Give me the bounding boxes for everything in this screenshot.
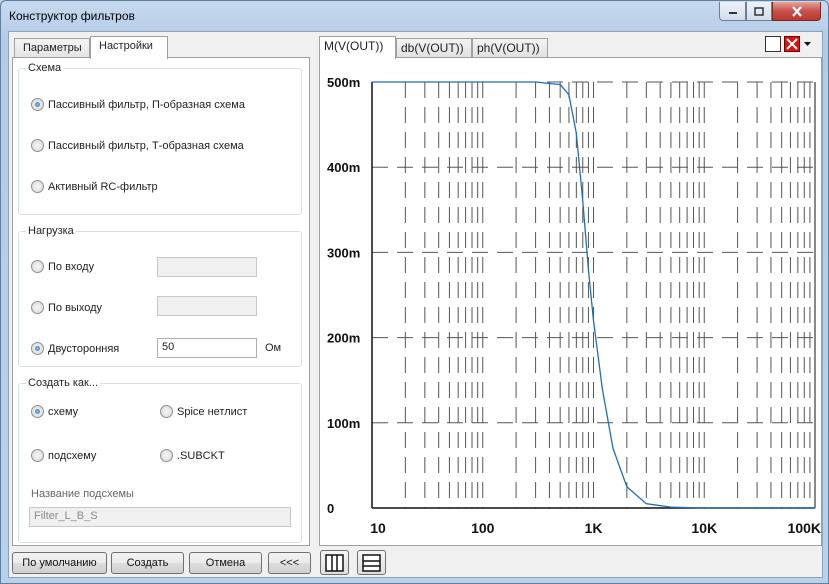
radio-t-scheme[interactable]: Пассивный фильтр, Т-образная схема: [31, 139, 244, 152]
radio-active-rc[interactable]: Активный RC-фильтр: [31, 180, 158, 193]
tab-parameters[interactable]: Параметры: [14, 38, 90, 58]
radio-load-input[interactable]: По входу: [31, 260, 94, 273]
close-plot-icon[interactable]: [784, 36, 800, 52]
radio-pi-scheme[interactable]: Пассивный фильтр, П-образная схема: [31, 98, 245, 111]
collapse-button[interactable]: <<<: [268, 552, 311, 574]
split-vertical-icon: [325, 553, 344, 572]
radio-button[interactable]: [160, 449, 173, 462]
minimize-button[interactable]: [719, 2, 746, 21]
y-tick-label: 300m: [327, 245, 360, 260]
radio-label: По входу: [48, 260, 95, 273]
filter-designer-window: Конструктор фильтров Параметры Настройки…: [0, 0, 829, 584]
ohm-unit-label: Ом: [265, 342, 282, 354]
radio-label: Пассивный фильтр, П-образная схема: [48, 98, 245, 111]
scheme-group-title: Схема: [26, 62, 64, 74]
radio-button[interactable]: [160, 405, 173, 418]
x-tick-label: 1K: [585, 520, 603, 536]
x-tick-label: 10K: [691, 520, 717, 536]
radio-label: Активный RC-фильтр: [48, 180, 158, 193]
radio-label: подсхему: [48, 449, 97, 462]
create-button[interactable]: Создать: [111, 552, 184, 574]
x-tick-label: 10: [370, 520, 386, 536]
create-as-group-title: Создать как...: [26, 377, 101, 389]
tab-db[interactable]: db(V(OUT)): [396, 38, 472, 58]
radio-label: По выходу: [48, 301, 103, 314]
subschema-name-label: Название подсхемы: [31, 488, 134, 500]
y-tick-label: 500m: [327, 75, 360, 90]
settings-panel: Схема Пассивный фильтр, П-образная схема…: [12, 57, 310, 546]
split-horizontal-icon: [362, 553, 381, 572]
scheme-group: Схема Пассивный фильтр, П-образная схема…: [18, 62, 302, 215]
load-group: Нагрузка По входу По выходу Двусторонняя…: [18, 225, 302, 367]
minimize-icon: [728, 12, 737, 14]
radio-button-checked[interactable]: [31, 405, 44, 418]
split-horizontal-button[interactable]: [357, 550, 386, 575]
title-bar: Конструктор фильтров: [1, 1, 828, 31]
radio-load-output[interactable]: По выходу: [31, 301, 102, 314]
plot-panel: 0 100m 200m 300m 400m 500m 10 100 1K 10K 100K: [319, 57, 822, 546]
radio-button-checked[interactable]: [31, 342, 44, 355]
radio-label: Двусторонняя: [48, 342, 120, 355]
radio-create-spice[interactable]: Spice нетлист: [160, 405, 247, 418]
y-tick-label: 0: [327, 501, 334, 516]
radio-label: .SUBCKT: [177, 449, 225, 462]
radio-label: Spice нетлист: [177, 405, 248, 418]
dropdown-arrow-icon[interactable]: [803, 40, 812, 48]
close-button[interactable]: [772, 2, 821, 21]
restore-plot-icon[interactable]: [765, 36, 781, 52]
radio-create-subckt[interactable]: .SUBCKT: [160, 449, 225, 462]
plot-window-controls: [765, 36, 812, 52]
y-tick-label: 400m: [327, 160, 360, 175]
cancel-button[interactable]: Отмена: [189, 552, 262, 574]
radio-button[interactable]: [31, 301, 44, 314]
radio-label: схему: [48, 405, 79, 418]
load-group-title: Нагрузка: [26, 225, 76, 237]
radio-label: Пассивный фильтр, Т-образная схема: [48, 139, 244, 152]
maximize-button[interactable]: [746, 2, 772, 21]
load-output-field[interactable]: [157, 296, 257, 316]
default-button[interactable]: По умолчанию: [12, 552, 107, 574]
radio-create-subschema[interactable]: подсхему: [31, 449, 96, 462]
magnitude-chart: 0 100m 200m 300m 400m 500m 10 100 1K 10K 100K: [327, 75, 821, 536]
load-both-field[interactable]: 50: [157, 338, 257, 358]
load-input-field[interactable]: [157, 257, 257, 277]
radio-button[interactable]: [31, 180, 44, 193]
radio-button-checked[interactable]: [31, 98, 44, 111]
radio-button[interactable]: [31, 139, 44, 152]
radio-button[interactable]: [31, 260, 44, 273]
y-tick-label: 200m: [327, 331, 360, 346]
radio-load-both[interactable]: Двусторонняя: [31, 342, 119, 355]
tab-settings[interactable]: Настройки: [90, 36, 168, 59]
x-tick-label: 100K: [788, 520, 821, 536]
create-as-group: Создать как... схему Spice нетлист подсх…: [18, 377, 302, 543]
x-tick-label: 100: [471, 520, 495, 536]
subschema-name-field[interactable]: Filter_L_B_S: [29, 507, 291, 527]
close-icon: [791, 5, 802, 17]
radio-create-schema[interactable]: схему: [31, 405, 78, 418]
maximize-icon: [754, 6, 764, 16]
window-title: Конструктор фильтров: [9, 9, 135, 23]
client-area: Параметры Настройки Схема Пассивный филь…: [8, 31, 823, 578]
radio-button[interactable]: [31, 449, 44, 462]
y-tick-label: 100m: [327, 416, 360, 431]
split-vertical-button[interactable]: [320, 550, 349, 575]
tab-magnitude[interactable]: M(V(OUT)): [319, 36, 396, 59]
tab-phase[interactable]: ph(V(OUT)): [472, 38, 548, 58]
